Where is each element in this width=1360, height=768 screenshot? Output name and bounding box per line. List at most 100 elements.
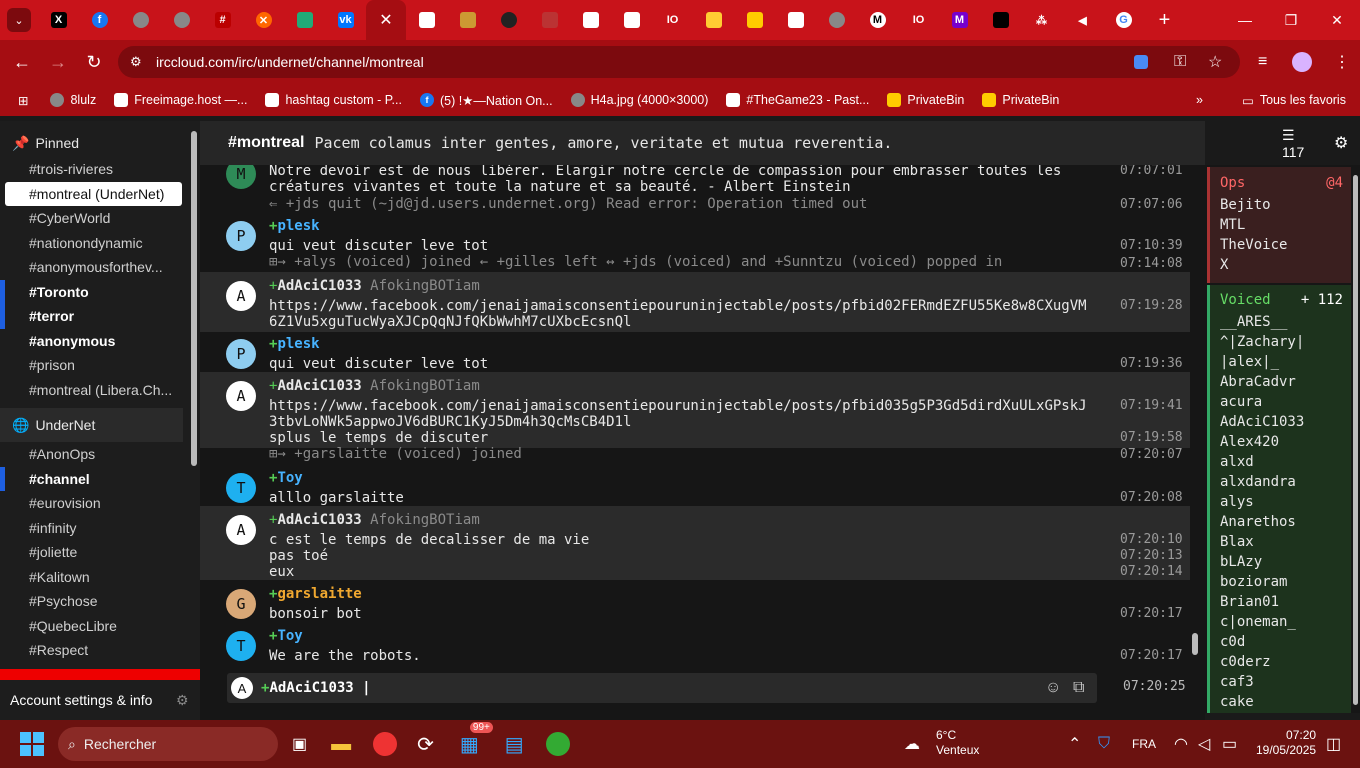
nick[interactable]: +plesk [269, 218, 320, 234]
member-item[interactable]: X [1210, 257, 1351, 277]
nick[interactable]: +Toy [269, 470, 303, 486]
tab-app-10[interactable] [775, 0, 816, 40]
chevron-right-icon[interactable]: » [1196, 93, 1203, 107]
windows-start-icon[interactable] [20, 732, 44, 756]
member-item[interactable]: |alex|_ [1210, 354, 1351, 374]
minimize-button[interactable]: — [1222, 0, 1268, 40]
sidebar-item-anonops[interactable]: #AnonOps [0, 442, 200, 467]
new-tab-button[interactable]: + [1144, 0, 1185, 40]
tab-search-button[interactable]: ⌄ [0, 0, 38, 40]
tab-app-16[interactable]: ⁂ [1021, 0, 1062, 40]
member-item[interactable]: acura [1210, 394, 1351, 414]
member-item[interactable]: bLAzy [1210, 554, 1351, 574]
chrome-icon[interactable] [545, 732, 570, 756]
back-button[interactable]: ← [4, 44, 40, 80]
chevron-up-icon[interactable]: ⌃ [1068, 734, 1081, 754]
pinned-header[interactable]: 📌 Pinned [0, 129, 200, 157]
nick[interactable]: +Toy [269, 628, 303, 644]
bookmark-2[interactable]: Freeimage.host —... [114, 93, 247, 107]
member-item[interactable]: Anarethos [1210, 514, 1351, 534]
maximize-button[interactable]: ❐ [1268, 0, 1314, 40]
wifi-icon[interactable]: ◠ [1174, 734, 1188, 754]
sync-icon[interactable]: ⟳ [417, 732, 434, 757]
tab-map[interactable] [284, 0, 325, 40]
message-link[interactable]: 6Z1Vu5xguTucWyaXJCpQqNJfQKbWwhM7cUXbcEcs… [269, 314, 631, 330]
avatar[interactable] [1292, 52, 1312, 72]
star-icon[interactable]: ☆ [1208, 52, 1222, 72]
tab-app-14[interactable]: M [939, 0, 980, 40]
bookmark-8[interactable]: PrivateBin [982, 93, 1059, 107]
sidebar-item-anonymousforthev[interactable]: #anonymousforthev... [0, 255, 200, 280]
sidebar-item-anonymous[interactable]: #anonymous [0, 329, 200, 354]
message-link[interactable]: https://www.facebook.com/jenaijamaiscons… [269, 298, 1087, 314]
member-item[interactable]: __ARES__ [1210, 314, 1351, 334]
gear-icon[interactable]: ⚙ [176, 692, 189, 709]
member-item[interactable]: Bejito [1210, 197, 1351, 217]
tab-app-13[interactable]: IO [898, 0, 939, 40]
volume-icon[interactable]: ◁ [1198, 734, 1210, 754]
message-input[interactable]: A +AdAciC1033 | ☺ ⧉ [227, 673, 1097, 703]
sidebar-item-psychose[interactable]: #Psychose [0, 589, 200, 614]
message-link[interactable]: 3tbvLoNWk5appwoJV6dBURC1KyJ5Dm4h3QcMsCB4… [269, 414, 631, 430]
tab-app-4[interactable] [529, 0, 570, 40]
bookmark-6[interactable]: #TheGame23 - Past... [726, 93, 869, 107]
bookmark-4[interactable]: f (5) !★—Nation On... [419, 93, 553, 108]
nick[interactable]: +AdAciC1033 AfokingBOTiam [269, 512, 480, 528]
tab-ht[interactable]: # [202, 0, 243, 40]
sidebar-item-infinity[interactable]: #infinity [0, 516, 200, 541]
weather-icon[interactable]: ☁ [904, 734, 920, 754]
member-item[interactable]: c0d [1210, 634, 1351, 654]
extension-icon[interactable] [1134, 55, 1148, 69]
tab-app-17[interactable]: ◀ [1062, 0, 1103, 40]
sidebar-item-channel[interactable]: #channel [0, 466, 200, 491]
account-settings[interactable]: Account settings & info ⚙ [0, 680, 200, 720]
member-item[interactable]: AbraCadvr [1210, 374, 1351, 394]
tab-irccloud-active[interactable]: ✕ [366, 0, 406, 40]
sidebar-item-toronto[interactable]: #Toronto [0, 279, 200, 304]
member-item[interactable]: cake [1210, 694, 1351, 714]
tab-app-8[interactable] [693, 0, 734, 40]
bookmark-5[interactable]: H4a.jpg (4000×3000) [570, 93, 708, 107]
forward-button[interactable]: → [40, 44, 76, 80]
tab-app-5[interactable] [570, 0, 611, 40]
member-item[interactable]: Brian01 [1210, 594, 1351, 614]
sidebar-item-kalitown[interactable]: #Kalitown [0, 565, 200, 590]
nick[interactable]: +garslaitte [269, 586, 362, 602]
network-header-undernet[interactable]: 🌐 UnderNet [0, 408, 183, 442]
weather-widget[interactable]: 6°C Venteux [936, 728, 979, 758]
gear-icon[interactable]: ⚙ [1334, 133, 1348, 153]
member-item[interactable]: Blax [1210, 534, 1351, 554]
tab-facebook[interactable]: f [79, 0, 120, 40]
taskbar-search[interactable]: ⌕ Rechercher [58, 727, 278, 761]
clock[interactable]: 07:20 19/05/2025 [1256, 728, 1316, 758]
bookmark-7[interactable]: PrivateBin [887, 93, 964, 107]
tab-app-7[interactable]: IO [652, 0, 693, 40]
task-view-icon[interactable]: ▣ [292, 734, 307, 754]
chat-scrollbar[interactable] [1192, 633, 1198, 655]
sidebar-item-eurovision[interactable]: #eurovision [0, 491, 200, 516]
paste-icon[interactable]: ⧉ [1073, 679, 1084, 697]
tab-app-2[interactable] [447, 0, 488, 40]
shield-icon[interactable]: ⛉ [1098, 735, 1110, 753]
close-window-button[interactable]: ✕ [1314, 0, 1360, 40]
nick[interactable]: +AdAciC1033 AfokingBOTiam [269, 278, 480, 294]
apps-grid-icon[interactable]: ⊞ [18, 93, 28, 108]
tab-app-1[interactable] [406, 0, 447, 40]
menu-icon[interactable]: ⋮ [1334, 52, 1350, 72]
notifications-icon[interactable]: ◫ [1326, 734, 1341, 754]
bookmark-1[interactable]: 8lulz [50, 93, 96, 107]
member-item[interactable]: c0derz [1210, 654, 1351, 674]
sidebar-item-montreal-undernet[interactable]: #montreal (UnderNet) [5, 181, 182, 206]
sidebar-item-cyberworld[interactable]: #CyberWorld [0, 206, 200, 231]
tab-vk[interactable]: vk [325, 0, 366, 40]
tab-google[interactable]: G [1103, 0, 1144, 40]
nick[interactable]: +plesk [269, 336, 320, 352]
url-text[interactable]: irccloud.com/irc/undernet/channel/montre… [156, 54, 424, 70]
tab-app-3[interactable] [488, 0, 529, 40]
sidebar-item-nationondynamic[interactable]: #nationondynamic [0, 231, 200, 256]
member-item[interactable]: alxdandra [1210, 474, 1351, 494]
member-item[interactable]: bozioram [1210, 574, 1351, 594]
address-bar[interactable]: ⚙ irccloud.com/irc/undernet/channel/mont… [118, 46, 1240, 78]
language-indicator[interactable]: FRA [1132, 737, 1156, 751]
chrome-icon[interactable] [373, 732, 398, 756]
